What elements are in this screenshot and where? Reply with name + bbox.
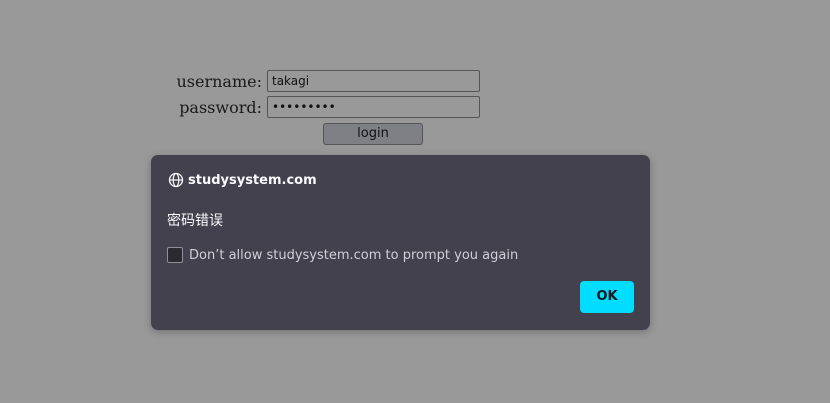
login-button[interactable]: login xyxy=(323,123,423,145)
password-label: password: xyxy=(179,98,262,117)
suppress-prompts-checkbox[interactable] xyxy=(167,247,183,263)
password-row: password: ••••••••• xyxy=(176,96,486,122)
dialog-header: studysystem.com xyxy=(168,172,317,188)
dialog-origin: studysystem.com xyxy=(188,172,317,188)
ok-button[interactable]: OK xyxy=(580,281,634,313)
suppress-prompts-row[interactable]: Don’t allow studysystem.com to prompt yo… xyxy=(167,247,518,263)
password-input[interactable]: ••••••••• xyxy=(267,96,480,118)
dialog-message: 密码错误 xyxy=(167,213,223,229)
page: username: takagi password: ••••••••• log… xyxy=(0,0,830,403)
globe-icon xyxy=(168,172,184,188)
username-input[interactable]: takagi xyxy=(267,70,480,92)
login-form: username: takagi password: ••••••••• xyxy=(176,70,486,122)
alert-dialog: studysystem.com 密码错误 Don’t allow studysy… xyxy=(151,155,650,330)
suppress-prompts-label[interactable]: Don’t allow studysystem.com to prompt yo… xyxy=(189,248,518,263)
username-row: username: takagi xyxy=(176,70,486,96)
username-label: username: xyxy=(176,72,262,91)
